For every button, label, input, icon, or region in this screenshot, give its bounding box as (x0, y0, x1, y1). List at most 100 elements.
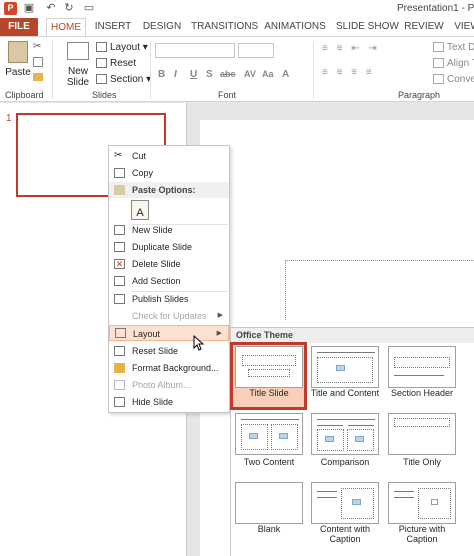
undo-icon[interactable]: ↶ (44, 2, 58, 15)
menu-item-hide-slide-label: Hide Slide (132, 397, 174, 407)
menu-item-copy[interactable]: Copy (109, 165, 229, 181)
menu-item-reset-slide[interactable]: Reset Slide (109, 343, 229, 359)
content-icons-preview (355, 436, 364, 442)
text-direction-button[interactable]: Text Di (433, 41, 474, 55)
align-icon[interactable]: ≡ ≡ ≡ ≡ (322, 67, 375, 78)
layout-tile-content-with-caption[interactable] (311, 482, 379, 524)
section-button[interactable]: Section ▾ (96, 73, 151, 87)
tab-home[interactable]: HOME (46, 18, 86, 36)
menu-item-check-updates: Check for Updates ▶ (109, 308, 229, 324)
tab-insert[interactable]: INSERT (93, 18, 133, 36)
layout-label-picture-with-caption: Picture with Caption (398, 524, 446, 544)
convert-smartart-button[interactable]: Conver (433, 73, 474, 87)
redo-icon[interactable]: ↻ (62, 2, 76, 15)
menu-item-format-background[interactable]: Format Background... (109, 360, 229, 376)
layout-icon (96, 42, 107, 53)
content-placeholder-preview (317, 357, 373, 383)
title-bar: P ▣ ↶ ↻ ▭ Presentation1 - Pov (0, 0, 474, 18)
section-icon (96, 74, 107, 85)
paste-icon[interactable] (8, 41, 28, 63)
italic-button[interactable]: I (174, 69, 177, 80)
reset-button[interactable]: Reset (96, 57, 136, 71)
title-line-preview (317, 419, 375, 420)
tab-view[interactable]: VIEW (452, 18, 474, 36)
tab-animations[interactable]: ANIMATIONS (264, 18, 326, 36)
tab-transitions[interactable]: TRANSITIONS (191, 18, 258, 36)
menu-item-add-section[interactable]: Add Section (109, 273, 229, 289)
submenu-arrow-icon: ▶ (216, 330, 222, 337)
font-size-combo[interactable] (238, 43, 274, 58)
content-icons-preview (352, 499, 361, 505)
paste-options-header: Paste Options: (109, 182, 229, 198)
menu-item-publish-slides[interactable]: Publish Slides (109, 291, 229, 307)
shadow-button[interactable]: S (206, 69, 213, 80)
paste-button[interactable]: Paste (2, 67, 34, 78)
layout-label-blank: Blank (257, 524, 281, 534)
underline-button[interactable]: U (190, 69, 197, 80)
layout-tile-section-header[interactable] (388, 346, 456, 388)
align-text-icon (433, 58, 444, 69)
layout-tile-title-and-content[interactable] (311, 346, 379, 388)
copy-icon[interactable] (33, 57, 43, 67)
content-icons-preview (279, 433, 288, 439)
format-painter-icon[interactable] (33, 73, 43, 81)
menu-item-duplicate-slide[interactable]: Duplicate Slide (109, 239, 229, 255)
change-case-button[interactable]: Aa (262, 69, 274, 79)
menu-item-photo-album: Photo Album... (109, 377, 229, 393)
picture-icon (431, 499, 438, 505)
menu-item-check-updates-label: Check for Updates (132, 311, 207, 321)
layout-tile-comparison[interactable] (311, 413, 379, 455)
document-title: Presentation1 - Pov (397, 3, 474, 14)
caption-text-preview (394, 497, 414, 498)
group-divider (313, 41, 314, 99)
menu-item-delete-slide-label: Delete Slide (132, 259, 181, 269)
menu-item-cut[interactable]: ✂ Cut (109, 148, 229, 164)
tab-design[interactable]: DESIGN (142, 18, 182, 36)
tab-review[interactable]: REVIEW (404, 18, 444, 36)
new-slide-label-line2[interactable]: Slide (60, 77, 96, 88)
new-slide-label-line1[interactable]: New (60, 66, 96, 77)
slideshow-start-icon[interactable]: ▭ (82, 2, 96, 15)
bold-button[interactable]: B (158, 69, 165, 80)
bullets-icon[interactable]: ≡ ≡ ⇤ ⇥ (322, 43, 380, 54)
group-divider (52, 41, 53, 99)
layout-label-title-and-content: Title and Content (310, 388, 380, 398)
layout-label-content-with-caption: Content with Caption (319, 524, 371, 544)
convert-smartart-icon (433, 74, 444, 85)
font-group-label: Font (218, 90, 237, 100)
menu-item-new-slide[interactable]: New Slide (109, 222, 229, 238)
layout-tile-title-only[interactable] (388, 413, 456, 455)
font-name-combo[interactable] (155, 43, 235, 58)
save-icon[interactable]: ▣ (22, 2, 36, 15)
new-slide-icon[interactable] (67, 42, 89, 60)
menu-item-layout[interactable]: Layout ▶ (109, 325, 229, 341)
section-title-preview (394, 357, 450, 368)
paste-keep-text-only-icon[interactable]: A (131, 200, 149, 220)
cut-icon[interactable]: ✂ (33, 41, 41, 52)
layout-tile-blank[interactable] (235, 482, 303, 524)
subtitle-placeholder-preview (248, 369, 290, 377)
layout-tile-title-slide[interactable] (235, 346, 303, 388)
heading-line-preview (348, 425, 374, 426)
menu-item-delete-slide[interactable]: ✕ Delete Slide (109, 256, 229, 272)
layout-tile-two-content[interactable] (235, 413, 303, 455)
strikethrough-button[interactable]: abc (220, 69, 236, 79)
menu-item-copy-label: Copy (132, 168, 154, 178)
section-button-label: Section (110, 74, 144, 85)
layout-button[interactable]: Layout ▾ (96, 41, 148, 55)
scissors-icon: ✂ (114, 150, 123, 161)
title-placeholder[interactable] (285, 260, 474, 320)
copy-icon (114, 168, 125, 178)
font-color-button[interactable]: A (282, 69, 289, 80)
paste-icon (114, 185, 125, 195)
character-spacing-button[interactable]: AV (244, 69, 256, 79)
layout-tile-picture-with-caption[interactable] (388, 482, 456, 524)
text-direction-label: Text Di (447, 42, 474, 53)
align-text-button[interactable]: Align T (433, 57, 474, 71)
tab-slide-show[interactable]: SLIDE SHOW (336, 18, 399, 36)
menu-item-add-section-label: Add Section (132, 276, 181, 286)
menu-item-hide-slide[interactable]: Hide Slide (109, 394, 229, 410)
ribbon-tab-row: FILE HOME INSERT DESIGN TRANSITIONS ANIM… (0, 18, 474, 36)
convert-smartart-label: Conver (447, 74, 474, 85)
tab-file[interactable]: FILE (0, 18, 38, 36)
